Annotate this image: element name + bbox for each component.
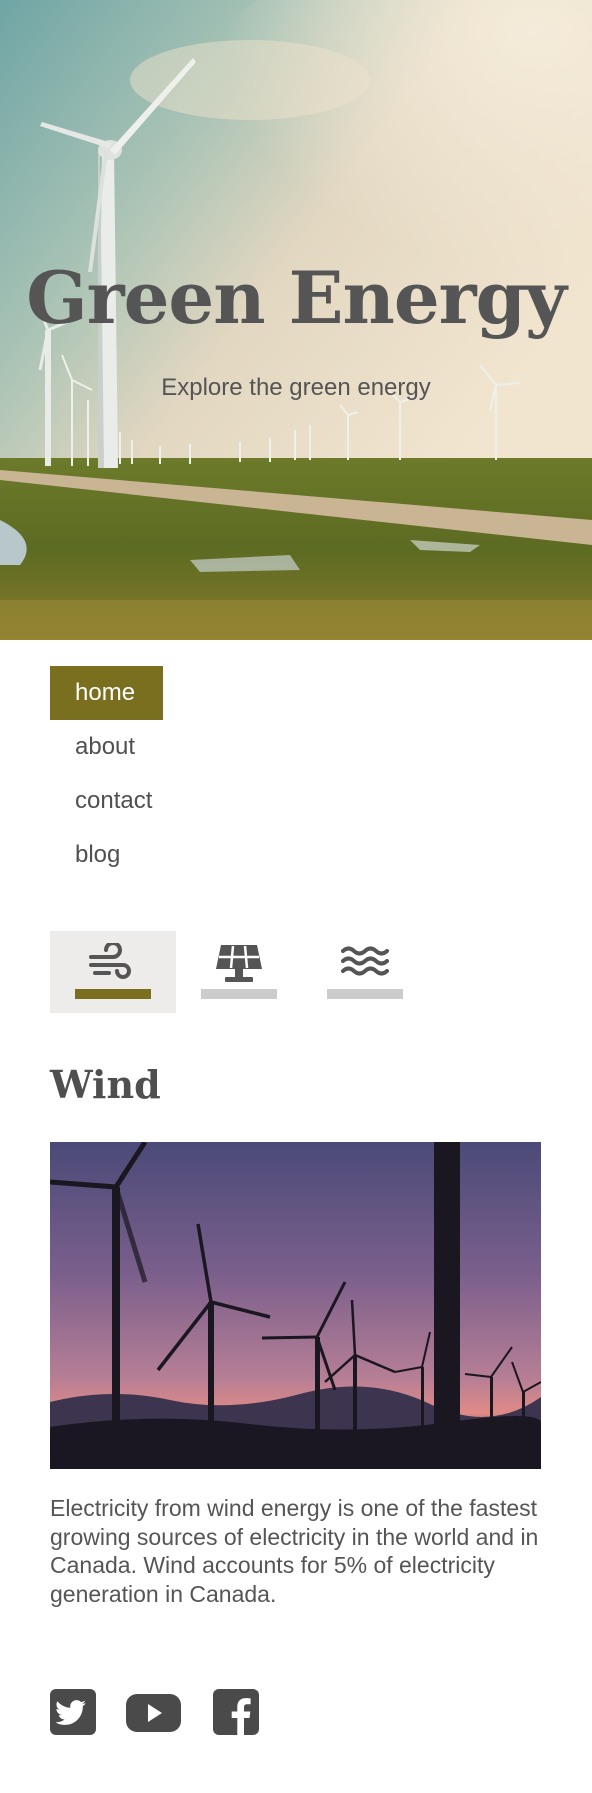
twitter-link[interactable] [50,1689,96,1740]
hero-title: Green Energy [26,255,567,340]
energy-tabs [50,931,530,1013]
section-title: Wind [50,1062,161,1107]
wind-icon [89,943,131,979]
twitter-icon [50,1689,96,1735]
youtube-link[interactable] [126,1689,181,1740]
tab-solar[interactable] [176,931,302,1013]
tab-indicator-bar [327,989,403,999]
nav-item-home[interactable]: home [50,666,163,720]
wind-turbines-sunset-image-graphic [50,1142,541,1469]
hero-banner: Green Energy Explore the green energy [0,0,592,640]
facebook-link[interactable] [213,1689,259,1740]
tab-water[interactable] [302,931,428,1013]
tab-indicator-bar [75,989,151,999]
nav-item-about[interactable]: about [50,720,163,774]
youtube-icon [126,1694,181,1732]
section-description: Electricity from wind energy is one of t… [50,1495,539,1607]
facebook-icon [213,1689,259,1735]
solar-panel-icon [216,945,262,982]
main-nav: home about contact blog [50,666,163,882]
hero-subtitle: Explore the green energy [161,374,431,401]
nav-item-contact[interactable]: contact [50,774,163,828]
nav-item-blog[interactable]: blog [50,828,163,882]
tab-wind[interactable] [50,931,176,1013]
wind-turbines-sunset-image [50,1142,541,1469]
tab-indicator-bar [201,989,277,999]
water-waves-icon [341,946,389,976]
